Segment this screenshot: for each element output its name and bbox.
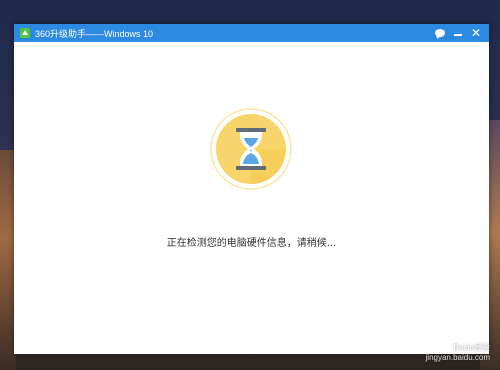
watermark: Baidu经验 jingyan.baidu.com: [426, 342, 490, 362]
titlebar[interactable]: 360升级助手——Windows 10 ✕: [14, 24, 489, 42]
close-button[interactable]: ✕: [467, 24, 485, 42]
upgrade-assistant-window: 360升级助手——Windows 10 ✕ 正在检测您的电脑硬件信息，请稍候..…: [14, 24, 489, 354]
titlebar-controls: ✕: [431, 24, 485, 42]
chat-icon: [435, 29, 445, 39]
chat-button[interactable]: [431, 24, 449, 42]
minimize-icon: [454, 34, 462, 36]
status-message: 正在检测您的电脑硬件信息，请稍候...: [166, 238, 337, 249]
watermark-line2: jingyan.baidu.com: [425, 353, 490, 362]
close-icon: ✕: [470, 26, 482, 40]
minimize-button[interactable]: [449, 24, 467, 42]
window-title: 360升级助手——Windows 10: [35, 28, 154, 39]
hourglass-icon: [210, 108, 292, 190]
app-logo-icon: [20, 28, 30, 38]
watermark-line1: Baidu经验: [453, 343, 490, 352]
